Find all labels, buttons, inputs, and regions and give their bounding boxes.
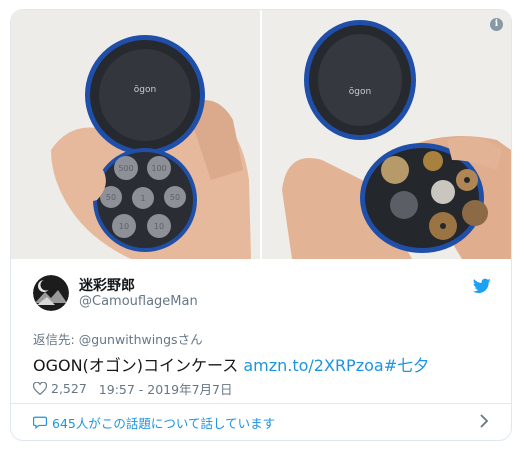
case-brand-left: ōgon bbox=[134, 85, 156, 95]
reply-suffix: さん bbox=[177, 332, 203, 347]
like-count[interactable]: 2,527 bbox=[51, 381, 87, 396]
tweet-meta: 2,527 19:57 - 2019年7月7日 bbox=[32, 379, 233, 398]
reply-handle-link[interactable]: @gunwithwings bbox=[79, 332, 178, 347]
tweet-body: OGON(オゴン)コインケース bbox=[33, 356, 244, 375]
reply-prefix: 返信先: bbox=[33, 332, 79, 347]
photo-coin-case-filled[interactable]: ōgon i bbox=[262, 10, 511, 259]
coin-slot-label: 10 bbox=[154, 222, 164, 231]
author-display-name[interactable]: 迷彩野郎 bbox=[79, 275, 135, 295]
reply-context: 返信先: @gunwithwingsさん bbox=[33, 329, 203, 348]
chevron-right-icon[interactable] bbox=[479, 413, 489, 428]
coin-slot-label: 50 bbox=[170, 193, 180, 202]
coin-slot-label: 500 bbox=[118, 164, 133, 173]
author-handle[interactable]: @CamouflageMan bbox=[79, 294, 198, 309]
tweet-text: OGON(オゴン)コインケース amzn.to/2XRPzoa#七夕 bbox=[33, 352, 429, 376]
conversation-link[interactable]: 645人がこの話題について話しています bbox=[33, 413, 275, 432]
photo-coin-case-open[interactable]: ōgon 500 100 50 1 50 10 10 bbox=[11, 10, 260, 259]
coin-slot-label: 10 bbox=[119, 222, 129, 231]
twitter-bird-icon[interactable] bbox=[472, 278, 491, 294]
speech-bubble-icon bbox=[33, 416, 47, 429]
coin-slot-label: 100 bbox=[151, 164, 166, 173]
tweet-timestamp[interactable]: 19:57 - 2019年7月7日 bbox=[99, 379, 233, 398]
divider bbox=[11, 403, 511, 404]
tweet-hashtag-link[interactable]: #七夕 bbox=[384, 356, 429, 375]
info-icon[interactable]: i bbox=[490, 18, 503, 31]
case-brand-right: ōgon bbox=[349, 87, 371, 97]
tweet-card[interactable]: ōgon 500 100 50 1 50 10 10 ōgon i 迷彩野郎 @… bbox=[10, 9, 512, 441]
tweet-media[interactable]: ōgon 500 100 50 1 50 10 10 ōgon i bbox=[11, 10, 511, 259]
tweet-url-link[interactable]: amzn.to/2XRPzoa bbox=[243, 356, 383, 375]
avatar[interactable] bbox=[33, 275, 69, 311]
coin-slot-label: 1 bbox=[140, 194, 145, 203]
heart-icon[interactable] bbox=[32, 381, 48, 396]
coin-slot-label: 50 bbox=[106, 193, 116, 202]
conversation-label: 645人がこの話題について話しています bbox=[52, 416, 276, 431]
